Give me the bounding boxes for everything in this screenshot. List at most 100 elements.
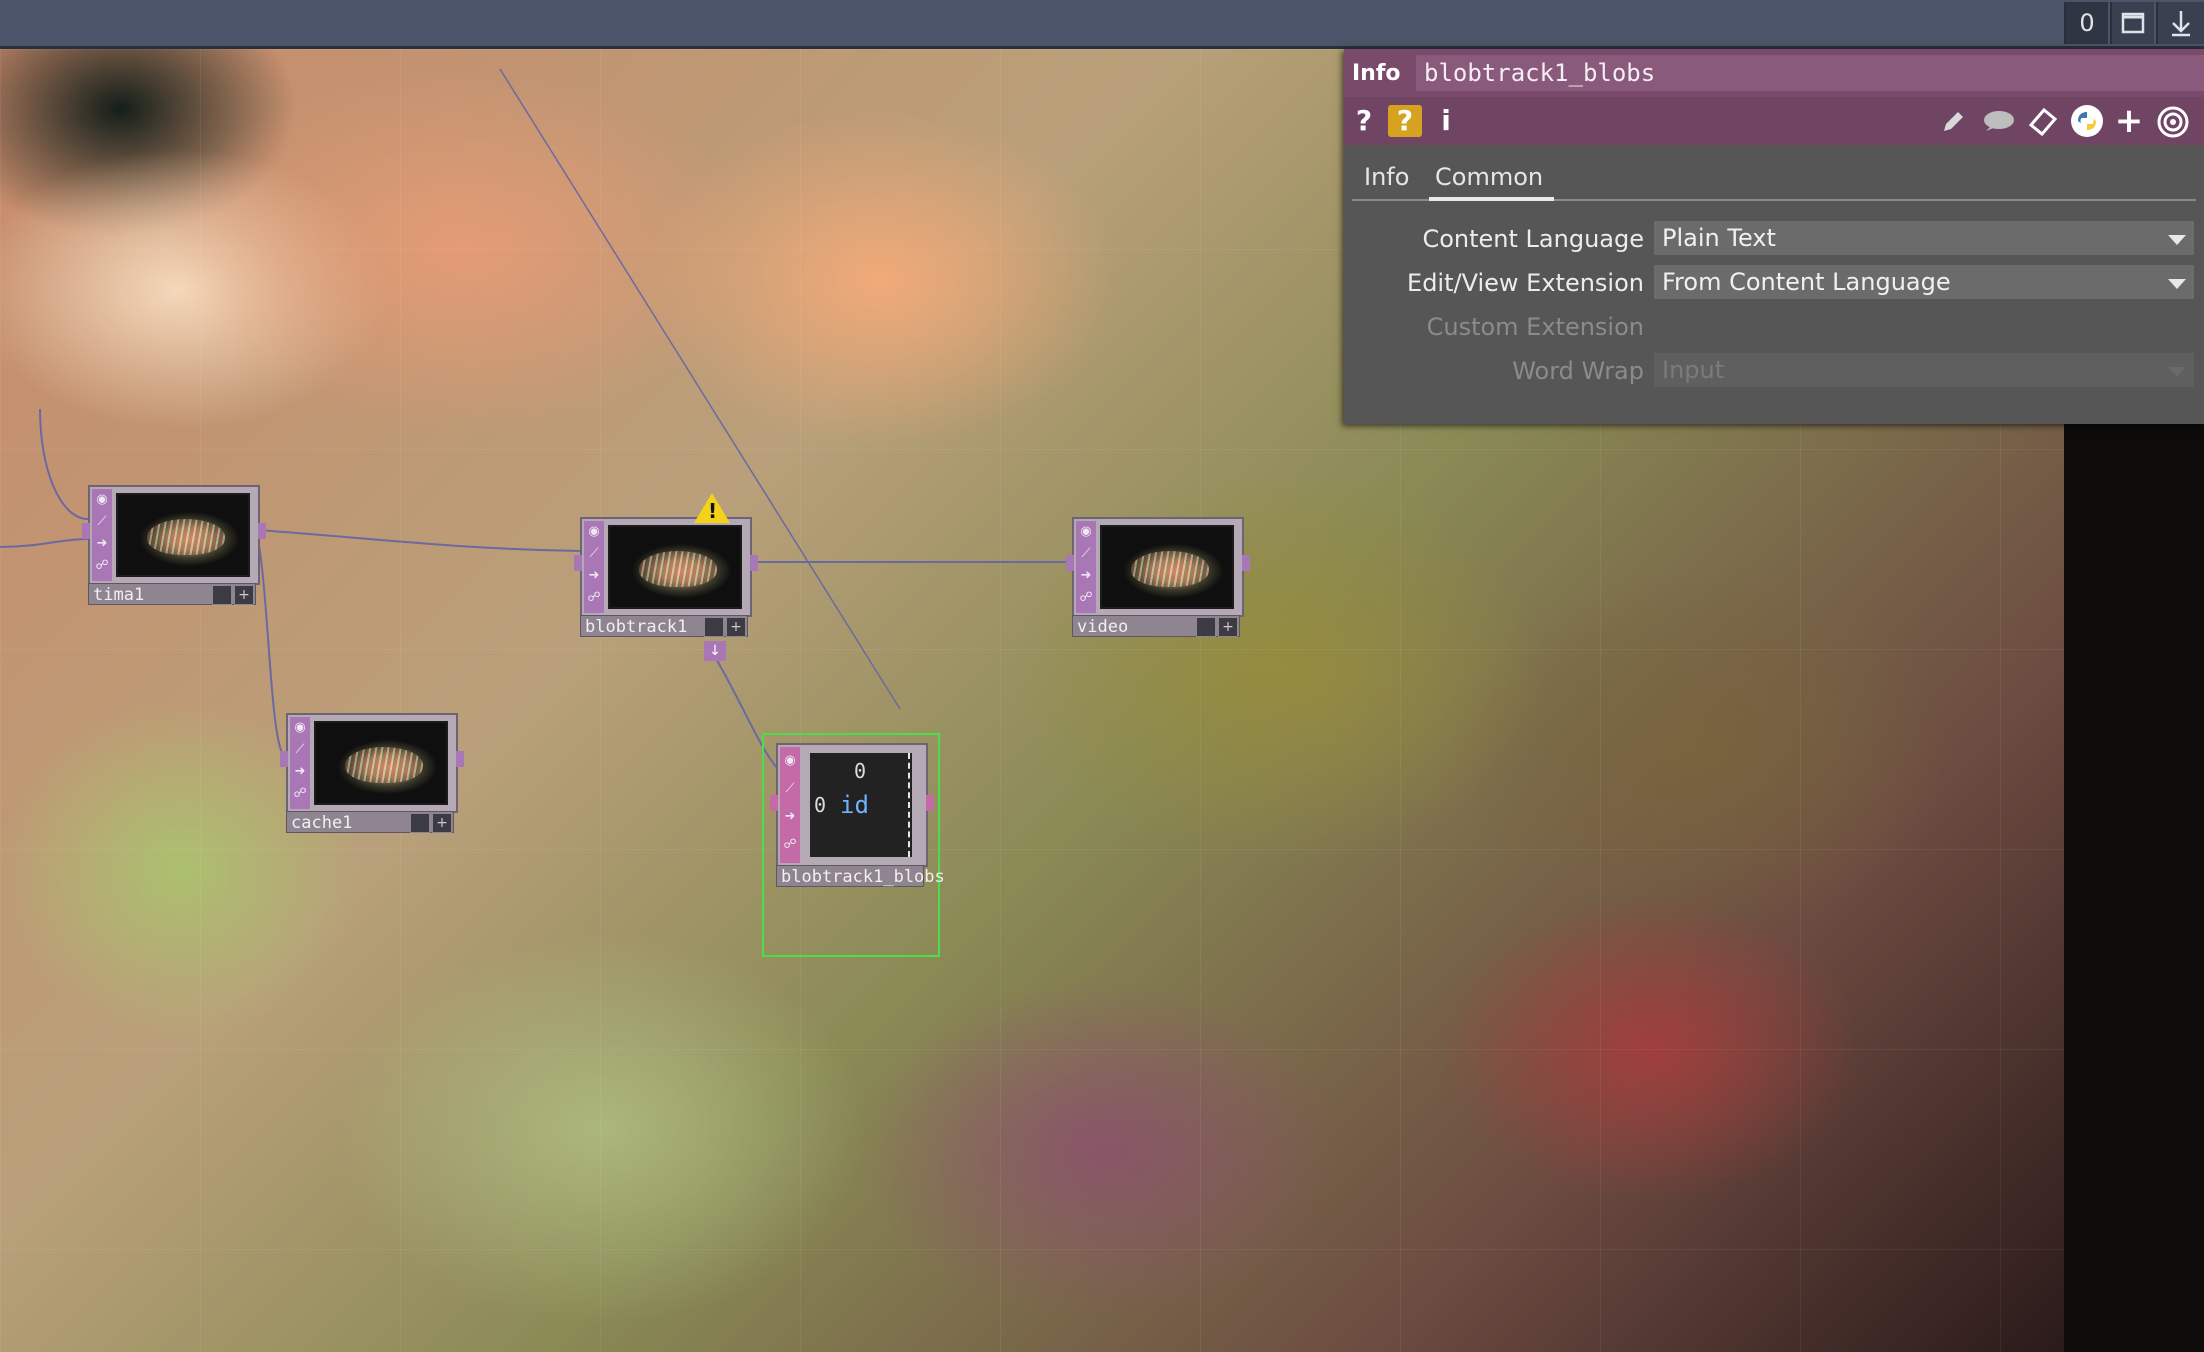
edit-view-extension-dropdown[interactable]: From Content Language <box>1654 265 2194 299</box>
operator-name-field[interactable]: blobtrack1_blobs <box>1416 55 2204 91</box>
bypass-icon[interactable]: ⟋ <box>290 739 310 761</box>
lock-icon[interactable]: ☍ <box>584 587 604 609</box>
blobtrack1-op-strip: ◉ ⟋ ➜ ☍ <box>584 521 604 613</box>
cache1-flag-button[interactable] <box>410 813 430 833</box>
cache1-op-strip: ◉ ⟋ ➜ ☍ <box>290 717 310 809</box>
blobtrack1-input-connector[interactable] <box>574 555 582 571</box>
bookmark-icon[interactable] <box>2026 105 2060 139</box>
blobtrack1-output-connector[interactable] <box>750 555 758 571</box>
cache1-label: cache1 <box>291 813 353 833</box>
panel-body: Info Common Content Language Plain Text … <box>1344 145 2204 424</box>
wire-tima1-cache1 <box>257 538 287 760</box>
wire-tima1-blobtrack1 <box>257 529 581 552</box>
counter-button[interactable]: 0 <box>2064 2 2108 44</box>
table-cell-id: id <box>840 791 869 819</box>
viewer-icon[interactable]: ◉ <box>780 747 800 775</box>
operator-help-icon[interactable]: ? <box>1388 105 1422 137</box>
tab-info[interactable]: Info <box>1364 163 1409 191</box>
blobtrack1-expand-button[interactable]: + <box>726 617 746 637</box>
add-icon[interactable]: + <box>2112 104 2146 138</box>
cache1-frame: ◉ ⟋ ➜ ☍ <box>280 713 464 813</box>
table-column-divider <box>908 753 910 857</box>
lock-icon[interactable]: ☍ <box>92 555 112 577</box>
cache1-output-connector[interactable] <box>456 751 464 767</box>
blobtrack1-thumbnail <box>608 525 742 609</box>
video-op-strip: ◉ ⟋ ➜ ☍ <box>1076 521 1096 613</box>
info-icon[interactable]: i <box>1434 105 1458 137</box>
download-button[interactable] <box>2156 2 2204 44</box>
word-wrap-dropdown: Input <box>1654 353 2194 387</box>
table-header-cell: 0 <box>854 759 867 783</box>
video-expand-button[interactable]: + <box>1218 617 1238 637</box>
cache1-thumbnail <box>314 721 448 805</box>
display-icon[interactable]: ➜ <box>92 533 112 555</box>
viewer-icon[interactable]: ◉ <box>290 717 310 739</box>
param-label-word-wrap: Word Wrap <box>1512 357 1644 385</box>
tima1-op-strip: ◉ ⟋ ➜ ☍ <box>92 489 112 581</box>
edit-icon[interactable] <box>1938 107 1968 137</box>
bypass-icon[interactable]: ⟋ <box>92 511 112 533</box>
tima1-label: tima1 <box>93 585 145 605</box>
tima1-thumbnail <box>116 493 250 577</box>
tima1-output-connector[interactable] <box>258 523 266 539</box>
tima1-frame: ◉ ⟋ ➜ ☍ <box>82 485 266 585</box>
bypass-icon[interactable]: ⟋ <box>584 543 604 565</box>
panel-header: Info blobtrack1_blobs <box>1344 49 2204 97</box>
display-icon[interactable]: ➜ <box>290 761 310 783</box>
video-input-connector[interactable] <box>1066 555 1074 571</box>
download-arrow-icon <box>2172 11 2190 37</box>
content-language-dropdown[interactable]: Plain Text <box>1654 221 2194 255</box>
tima1-expand-button[interactable]: + <box>234 585 254 605</box>
help-icon[interactable]: ? <box>1352 105 1376 137</box>
blobs-label: blobtrack1_blobs <box>781 867 945 887</box>
param-label-edit-view-extension: Edit/View Extension <box>1407 269 1644 297</box>
blobs-frame: ◉ ⟋ ➜ ☍ 0 0 id <box>770 743 934 867</box>
blobtrack1-blobs-node[interactable]: ◉ ⟋ ➜ ☍ 0 0 id blobtrack1_blobs <box>762 733 945 957</box>
panel-toolbar: ? ? i + <box>1344 97 2204 145</box>
window-icon <box>2121 12 2145 34</box>
blobs-output-connector[interactable] <box>926 795 934 811</box>
chop-output-arrow-icon[interactable]: ↓ <box>704 641 726 661</box>
blobs-table-view: 0 0 id <box>810 753 912 857</box>
video-frame: ◉ ⟋ ➜ ☍ <box>1066 517 1250 617</box>
tima1-flag-button[interactable] <box>212 585 232 605</box>
bypass-icon[interactable]: ⟋ <box>780 775 800 803</box>
blobtrack1-label: blobtrack1 <box>585 617 688 637</box>
python-icon[interactable] <box>2070 104 2104 138</box>
display-icon[interactable]: ➜ <box>1076 565 1096 587</box>
parameter-panel: Info blobtrack1_blobs ? ? i + Info Commo… <box>1344 49 2204 424</box>
comment-icon[interactable] <box>1980 107 2016 137</box>
tab-common[interactable]: Common <box>1435 163 1543 191</box>
table-row-index: 0 <box>814 793 827 817</box>
word-wrap-value: Input <box>1662 356 1725 384</box>
viewer-icon[interactable]: ◉ <box>584 521 604 543</box>
blobs-label-bar[interactable]: blobtrack1_blobs <box>776 865 945 887</box>
display-icon[interactable]: ➜ <box>584 565 604 587</box>
operator-type-label: Info <box>1352 61 1401 86</box>
lock-icon[interactable]: ☍ <box>1076 587 1096 609</box>
blobs-op-strip: ◉ ⟋ ➜ ☍ <box>780 747 800 863</box>
video-flag-button[interactable] <box>1196 617 1216 637</box>
display-icon[interactable]: ➜ <box>780 803 800 831</box>
cache1-input-connector[interactable] <box>280 751 288 767</box>
lock-icon[interactable]: ☍ <box>290 783 310 805</box>
target-icon[interactable] <box>2156 105 2190 139</box>
bypass-icon[interactable]: ⟋ <box>1076 543 1096 565</box>
cache1-expand-button[interactable]: + <box>432 813 452 833</box>
viewer-icon[interactable]: ◉ <box>92 489 112 511</box>
viewer-icon[interactable]: ◉ <box>1076 521 1096 543</box>
blobtrack1-flag-button[interactable] <box>704 617 724 637</box>
param-label-content-language: Content Language <box>1422 225 1644 253</box>
window-button[interactable] <box>2110 2 2154 44</box>
tima1-input-connector[interactable] <box>82 523 90 539</box>
blobtrack1-frame: ◉ ⟋ ➜ ☍ <box>574 517 758 617</box>
chevron-down-icon <box>2168 367 2186 377</box>
lock-icon[interactable]: ☍ <box>780 831 800 859</box>
video-output-connector[interactable] <box>1242 555 1250 571</box>
top-bar: 0 <box>0 0 2204 49</box>
blobs-input-connector[interactable] <box>770 795 778 811</box>
chevron-down-icon <box>2168 235 2186 245</box>
content-language-value: Plain Text <box>1662 224 1776 252</box>
tab-active-indicator <box>1429 197 1554 201</box>
wire-input-tima1 <box>0 538 89 548</box>
